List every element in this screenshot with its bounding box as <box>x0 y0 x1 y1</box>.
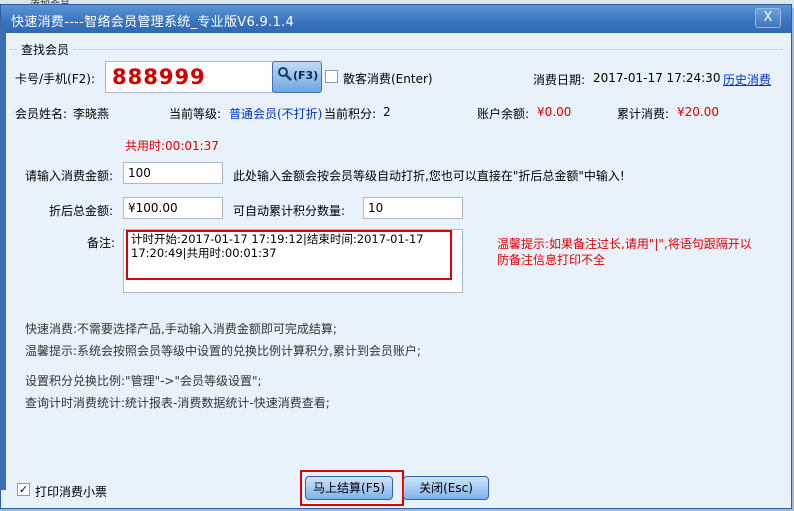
print-receipt-label: 打印消费小票 <box>35 485 108 499</box>
member-name-value: 李晓燕 <box>73 107 110 121</box>
close-window-button[interactable]: X <box>755 8 781 28</box>
remark-highlight-box <box>126 230 452 280</box>
quick-consume-window: 快速消费----智络会员管理系统_专业版V6.9.1.4 X 查找会员 卡号/手… <box>0 4 792 509</box>
search-legend: 查找会员 <box>17 41 74 58</box>
settle-highlight-box <box>300 470 404 506</box>
member-name-label: 会员姓名: <box>15 107 68 121</box>
close-button[interactable]: 关闭(Esc) <box>403 476 489 500</box>
remark-label: 备注: <box>87 236 116 250</box>
search-icon <box>277 66 293 85</box>
window-title: 快速消费----智络会员管理系统_专业版V6.9.1.4 <box>11 15 295 30</box>
card-label: 卡号/手机(F2): <box>15 72 95 86</box>
member-points-value: 2 <box>383 105 391 119</box>
left-edge-strip <box>0 20 6 490</box>
amount-hint: 此处输入金额会按会员等级自动打折,您也可以直接在"折后总金额"中输入! <box>233 169 625 183</box>
history-link[interactable]: 历史消费 <box>723 71 771 88</box>
balance-value: ¥0.00 <box>537 105 572 119</box>
timer-text: 共用时:00:01:37 <box>125 139 219 153</box>
total-consume-label: 累计消费: <box>617 107 670 121</box>
walk-in-checkbox[interactable] <box>325 70 338 83</box>
amount-input[interactable] <box>123 162 223 184</box>
info-line-3: 设置积分兑换比例:"管理"->"会员等级设置"; <box>25 374 262 388</box>
member-level-label: 当前等级: <box>169 107 222 121</box>
remark-tip: 温馨提示:如果备注过长,请用"|",将语句跟隔开以防备注信息打印不全 <box>497 237 752 267</box>
info-line-1: 快速消费:不需要选择产品,手动输入消费金额即可完成结算; <box>25 322 337 336</box>
main-panel: 查找会员 卡号/手机(F2): (F3) 散客消费(Enter) 消费日期: 2… <box>7 41 785 465</box>
discount-total-input[interactable] <box>123 197 223 219</box>
total-consume-value: ¥20.00 <box>677 105 719 119</box>
date-value: 2017-01-17 17:24:30 <box>593 71 721 85</box>
balance-label: 账户余额: <box>477 107 530 121</box>
search-button-label: (F3) <box>293 69 319 82</box>
walk-in-label: 散客消费(Enter) <box>343 72 433 86</box>
search-member-button[interactable]: (F3) <box>272 61 322 93</box>
auto-points-label: 可自动累计积分数量: <box>233 204 346 218</box>
print-receipt-checkbox[interactable]: ✓ <box>17 483 30 496</box>
title-bar: 快速消费----智络会员管理系统_专业版V6.9.1.4 X <box>1 5 791 33</box>
info-line-2: 温馨提示:系统会按照会员等级中设置的兑换比例计算积分,累计到会员账户; <box>25 344 421 358</box>
footer-bar: ✓ 打印消费小票 马上结算(F5) 关闭(Esc) <box>7 470 785 506</box>
member-level-value: 普通会员(不打折) <box>229 107 323 121</box>
info-line-4: 查询计时消费统计:统计报表-消费数据统计-快速消费查看; <box>25 396 330 410</box>
member-points-label: 当前积分: <box>324 107 377 121</box>
discount-total-label: 折后总金额: <box>49 204 114 218</box>
auto-points-input[interactable] <box>363 197 463 219</box>
date-label: 消费日期: <box>533 73 586 87</box>
card-input[interactable] <box>105 61 273 93</box>
amount-label: 请输入消费金额: <box>25 169 114 183</box>
